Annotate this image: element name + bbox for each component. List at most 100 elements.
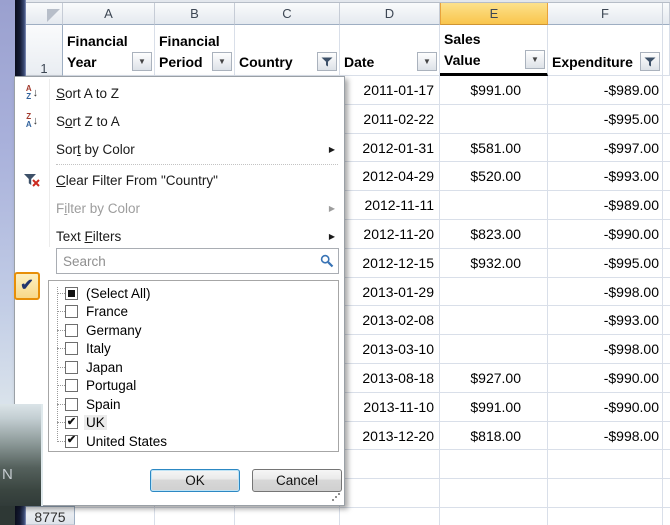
search-input[interactable] xyxy=(56,248,339,274)
header-cell-expenditure[interactable]: Expenditure xyxy=(548,25,663,76)
cell-exp[interactable] xyxy=(548,479,663,508)
column-header-a[interactable]: A xyxy=(63,3,155,25)
checkbox-unchecked-icon[interactable] xyxy=(65,379,78,392)
cell-date[interactable]: 2011-02-22 xyxy=(340,105,440,134)
cell-date[interactable]: 2013-03-10 xyxy=(340,335,440,364)
filter-list-item[interactable]: (Select All) xyxy=(49,284,338,303)
cell-date[interactable] xyxy=(340,450,440,479)
cell-g[interactable] xyxy=(663,278,670,307)
cell-exp[interactable]: -$990.00 xyxy=(548,364,663,393)
cell-sales[interactable]: $823.00 xyxy=(440,220,548,249)
cell-exp[interactable]: -$998.00 xyxy=(548,335,663,364)
checkbox-unchecked-icon[interactable] xyxy=(65,398,78,411)
cell-g[interactable] xyxy=(663,105,670,134)
cell-exp[interactable]: -$998.00 xyxy=(548,278,663,307)
column-header-d[interactable]: D xyxy=(340,3,440,25)
cell-date[interactable]: 2012-01-31 xyxy=(340,134,440,163)
column-header-c[interactable]: C xyxy=(235,3,340,25)
cell-date[interactable]: 2011-01-17 xyxy=(340,76,440,105)
cell-exp[interactable]: -$998.00 xyxy=(548,422,663,451)
cell-exp[interactable]: -$993.00 xyxy=(548,162,663,191)
cell-date[interactable]: 2013-12-20 xyxy=(340,422,440,451)
cell-exp[interactable]: -$995.00 xyxy=(548,105,663,134)
checkbox-indeterminate-icon[interactable] xyxy=(65,287,78,300)
cell-g[interactable] xyxy=(663,191,670,220)
cell-exp[interactable] xyxy=(548,450,663,479)
cell-exp[interactable]: -$997.00 xyxy=(548,134,663,163)
cell-date[interactable]: 2013-01-29 xyxy=(340,278,440,307)
ok-button[interactable]: OK xyxy=(150,469,240,492)
cell-exp[interactable]: -$989.00 xyxy=(548,76,663,105)
row-header-8775[interactable]: 8775 xyxy=(26,506,75,525)
filter-list-item[interactable]: Portugal xyxy=(49,377,338,396)
column-header-e-selected[interactable]: E xyxy=(440,3,548,25)
header-cell-financial-period[interactable]: Financial Period ▼ xyxy=(155,25,235,76)
filter-dropdown-button-b[interactable]: ▼ xyxy=(212,52,232,71)
filter-active-button-country[interactable] xyxy=(317,52,337,71)
cell-g[interactable] xyxy=(663,479,670,508)
cell-g[interactable] xyxy=(663,422,670,451)
cell-g[interactable] xyxy=(663,162,670,191)
row-header-1[interactable]: 1 xyxy=(26,25,63,76)
cell-exp[interactable]: -$995.00 xyxy=(548,249,663,278)
filter-list-item[interactable]: ✔United States xyxy=(49,432,338,451)
cell-g[interactable] xyxy=(663,76,670,105)
cell-sales[interactable] xyxy=(440,479,548,508)
cell-date[interactable] xyxy=(340,479,440,508)
filter-dropdown-button-a[interactable]: ▼ xyxy=(132,52,152,71)
menu-item-clear-filter[interactable]: Clear Filter From "Country" xyxy=(15,166,344,194)
cell-g[interactable] xyxy=(663,508,670,525)
filter-list-item[interactable]: Spain xyxy=(49,395,338,414)
header-cell-country[interactable]: Country xyxy=(235,25,340,76)
cell-sales[interactable] xyxy=(440,278,548,307)
checkbox-unchecked-icon[interactable] xyxy=(65,361,78,374)
cell-date[interactable]: 2012-12-15 xyxy=(340,249,440,278)
cell-sales[interactable] xyxy=(440,508,548,525)
cell-sales[interactable]: $520.00 xyxy=(440,162,548,191)
filter-dropdown-button-d[interactable]: ▼ xyxy=(417,52,437,71)
checkbox-unchecked-icon[interactable] xyxy=(65,305,78,318)
cell-sales[interactable] xyxy=(440,191,548,220)
cell-sales[interactable]: $581.00 xyxy=(440,134,548,163)
check-toolbar-button[interactable]: ✔ xyxy=(14,272,40,300)
checkbox-unchecked-icon[interactable] xyxy=(65,342,78,355)
cell-sales[interactable] xyxy=(440,306,548,335)
header-cell-date[interactable]: Date ▼ xyxy=(340,25,440,76)
checkbox-checked-icon[interactable]: ✔ xyxy=(65,416,78,429)
cell-g[interactable] xyxy=(663,364,670,393)
cell-a[interactable] xyxy=(63,508,155,525)
menu-item-sort-a-to-z[interactable]: AZ↓ Sort A to Z xyxy=(15,79,344,107)
cell-exp[interactable]: -$993.00 xyxy=(548,306,663,335)
cell-b[interactable] xyxy=(155,508,235,525)
filter-list-item[interactable]: ✔UK xyxy=(49,414,338,433)
filter-active-button-expenditure[interactable] xyxy=(640,52,660,71)
filter-list-item[interactable]: Japan xyxy=(49,358,338,377)
cell-sales[interactable]: $932.00 xyxy=(440,249,548,278)
cell-sales[interactable] xyxy=(440,105,548,134)
cell-date[interactable]: 2012-11-11 xyxy=(340,191,440,220)
cell-sales[interactable]: $927.00 xyxy=(440,364,548,393)
cell-c[interactable] xyxy=(235,508,340,525)
cell-g[interactable] xyxy=(663,306,670,335)
cell-date[interactable]: 2013-11-10 xyxy=(340,393,440,422)
cell-exp[interactable]: -$990.00 xyxy=(548,393,663,422)
menu-item-text-filters[interactable]: Text Filters ▶ xyxy=(15,222,344,250)
cell-date[interactable]: 2013-08-18 xyxy=(340,364,440,393)
cell-g[interactable] xyxy=(663,249,670,278)
filter-dropdown-button-e[interactable]: ▼ xyxy=(525,50,545,69)
cell-date[interactable] xyxy=(340,508,440,525)
cell-sales[interactable]: $818.00 xyxy=(440,422,548,451)
filter-list-item[interactable]: Germany xyxy=(49,321,338,340)
cell-sales[interactable] xyxy=(440,335,548,364)
cancel-button[interactable]: Cancel xyxy=(252,469,342,492)
cell-g[interactable] xyxy=(663,220,670,249)
column-header-b[interactable]: B xyxy=(155,3,235,25)
cell-date[interactable]: 2012-04-29 xyxy=(340,162,440,191)
header-cell-financial-year[interactable]: Financial Year ▼ xyxy=(63,25,155,76)
checkbox-checked-icon[interactable]: ✔ xyxy=(65,435,78,448)
filter-list-item[interactable]: France xyxy=(49,303,338,322)
column-header-f[interactable]: F xyxy=(548,3,663,25)
resize-grip[interactable] xyxy=(329,490,341,502)
cell-g[interactable] xyxy=(663,393,670,422)
cell-g[interactable] xyxy=(663,450,670,479)
